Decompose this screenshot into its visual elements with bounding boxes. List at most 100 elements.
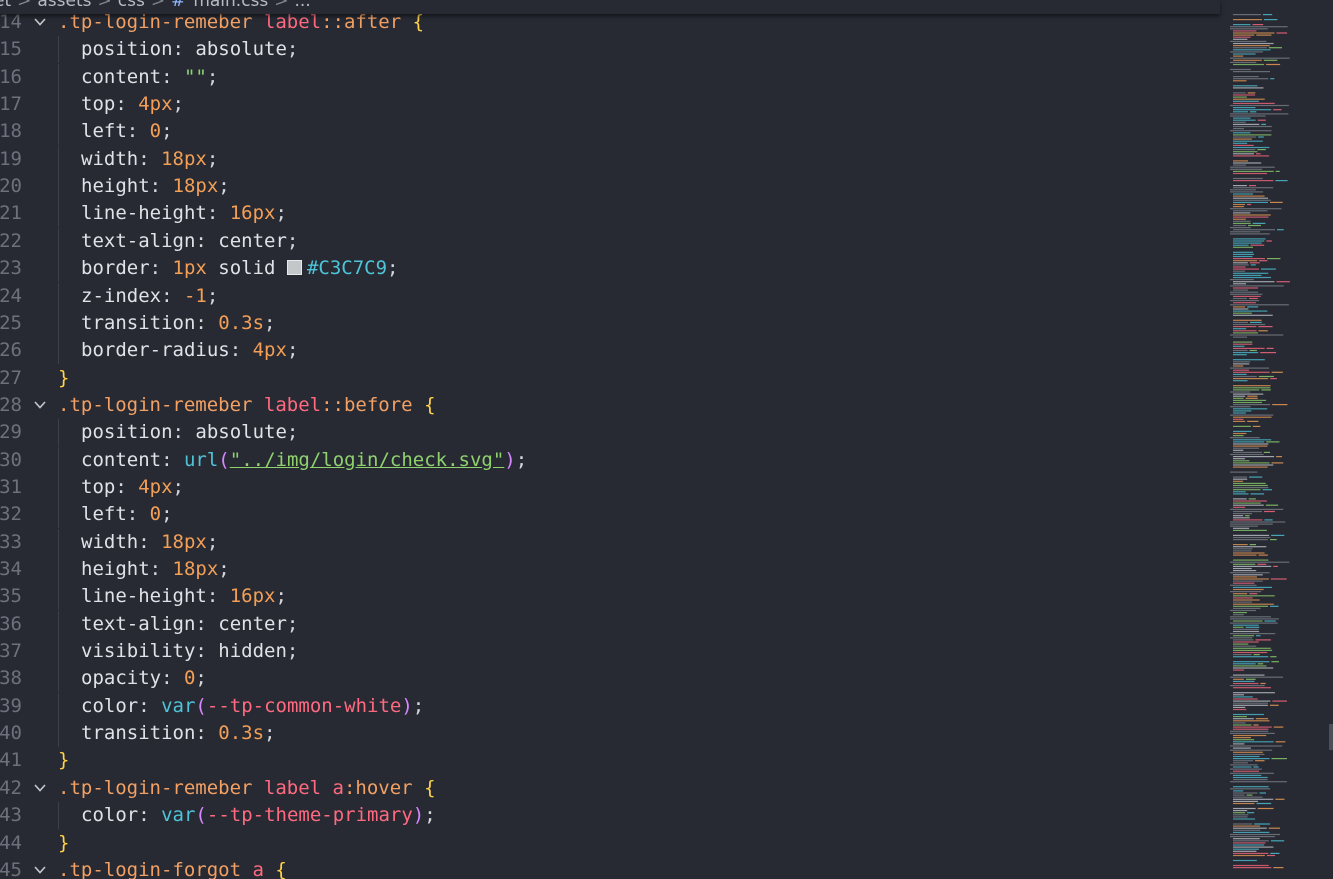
minimap-line bbox=[1233, 107, 1256, 109]
breadcrumb-item-project[interactable]: et bbox=[0, 0, 11, 11]
minimap-line bbox=[1233, 718, 1254, 720]
indent-guide bbox=[58, 255, 59, 283]
token-punct: : bbox=[115, 93, 139, 116]
breadcrumb-item-symbol[interactable]: ... bbox=[295, 0, 311, 11]
minimap-line bbox=[1233, 770, 1259, 772]
code-line[interactable]: 18 left: 0; bbox=[0, 118, 1222, 146]
code-text: .tp-login-remeber label a:hover { bbox=[58, 775, 436, 802]
minimap-line bbox=[1230, 572, 1270, 574]
minimap-line bbox=[1233, 487, 1269, 489]
token-num: 0.3s bbox=[218, 722, 265, 745]
code-line[interactable]: 31 top: 4px; bbox=[0, 473, 1222, 501]
minimap-line bbox=[1268, 827, 1280, 829]
code-line[interactable]: 33 width: 18px; bbox=[0, 528, 1222, 556]
token-fn: var bbox=[161, 804, 196, 827]
minimap-line bbox=[1252, 222, 1266, 224]
code-line[interactable]: 26 border-radius: 4px; bbox=[0, 337, 1222, 365]
minimap-line bbox=[1250, 493, 1265, 495]
token-punct: : bbox=[126, 503, 150, 526]
minimap-line bbox=[1230, 189, 1256, 191]
code-line[interactable]: 29 position: absolute; bbox=[0, 419, 1222, 447]
minimap-line bbox=[1233, 574, 1263, 576]
code-text: content: url("../img/login/check.svg"); bbox=[81, 447, 527, 474]
token-punct: : bbox=[172, 38, 196, 61]
code-line[interactable]: 42 .tp-login-remeber label a:hover { bbox=[0, 775, 1222, 802]
code-line[interactable]: 36 text-align: center; bbox=[0, 610, 1222, 638]
code-line[interactable]: 23 border: 1px solid #C3C7C9; bbox=[0, 255, 1222, 283]
minimap-line bbox=[1233, 478, 1248, 480]
code-line[interactable]: 34 height: 18px; bbox=[0, 556, 1222, 583]
code-line[interactable]: 15 position: absolute; bbox=[0, 36, 1222, 64]
minimap-line bbox=[1257, 663, 1264, 665]
minimap-line bbox=[1230, 749, 1273, 751]
token-punct: ; bbox=[218, 175, 230, 198]
minimap-line bbox=[1233, 859, 1257, 862]
breadcrumb-item-css[interactable]: css bbox=[118, 0, 145, 11]
fold-chevron-down-icon[interactable] bbox=[33, 863, 47, 877]
code-line[interactable]: 32 left: 0; bbox=[0, 501, 1222, 529]
code-line[interactable]: 20 height: 18px; bbox=[0, 173, 1222, 201]
code-editor[interactable]: 14 .tp-login-remeber label::after {15 posi… bbox=[0, 8, 1222, 879]
minimap-line bbox=[1233, 201, 1268, 203]
code-line[interactable]: 27} bbox=[0, 365, 1222, 392]
indent-guide bbox=[58, 337, 59, 365]
minimap-line bbox=[1230, 521, 1286, 523]
minimap-line bbox=[1233, 451, 1262, 453]
breadcrumb-item-assets[interactable]: assets bbox=[37, 0, 91, 11]
code-line[interactable]: 39 color: var(--tp-common-white); bbox=[0, 692, 1222, 720]
minimap-line bbox=[1233, 55, 1244, 57]
breadcrumb-item-file[interactable]: main.css bbox=[193, 0, 268, 11]
token-punct: : bbox=[206, 202, 230, 225]
minimap-line bbox=[1233, 529, 1267, 531]
minimap-line bbox=[1233, 597, 1253, 599]
minimap-line bbox=[1253, 724, 1259, 726]
minimap-line bbox=[1257, 119, 1266, 121]
minimap-line bbox=[1233, 823, 1253, 825]
code-line[interactable]: 41} bbox=[0, 747, 1222, 774]
code-line[interactable]: 21 line-height: 16px; bbox=[0, 200, 1222, 228]
code-line[interactable]: 22 text-align: center; bbox=[0, 227, 1222, 255]
code-line[interactable]: 16 content: ""; bbox=[0, 63, 1222, 91]
code-line[interactable]: 44} bbox=[0, 830, 1222, 857]
minimap-line bbox=[1233, 371, 1270, 373]
minimap-line bbox=[1233, 458, 1245, 460]
line-number: 33 bbox=[0, 530, 22, 553]
breadcrumb-separator: > bbox=[274, 0, 289, 11]
code-line[interactable]: 24 z-index: -1; bbox=[0, 282, 1222, 310]
fold-chevron-down-icon[interactable] bbox=[33, 398, 47, 412]
token-punct: : bbox=[138, 147, 162, 170]
minimap-line bbox=[1245, 397, 1258, 399]
minimap-line bbox=[1233, 262, 1248, 264]
minimap-line bbox=[1230, 833, 1280, 836]
minimap-line bbox=[1230, 622, 1278, 624]
code-line[interactable]: 40 transition: 0.3s; bbox=[0, 720, 1222, 748]
code-line[interactable]: 43 color: var(--tp-theme-primary); bbox=[0, 802, 1222, 830]
breadcrumb-separator: > bbox=[97, 0, 112, 11]
code-line[interactable]: 37 visibility: hidden; bbox=[0, 638, 1222, 666]
minimap[interactable] bbox=[1222, 0, 1333, 879]
color-swatch-icon[interactable] bbox=[286, 260, 302, 276]
code-line[interactable]: 25 transition: 0.3s; bbox=[0, 309, 1222, 337]
fold-chevron-down-icon[interactable] bbox=[33, 15, 47, 29]
token-punct: ; bbox=[412, 694, 425, 717]
minimap-line bbox=[1233, 466, 1268, 468]
token-prop: color bbox=[81, 804, 139, 827]
minimap-line bbox=[1233, 336, 1247, 338]
minimap-line bbox=[1230, 732, 1275, 734]
code-line[interactable]: 35 line-height: 16px; bbox=[0, 583, 1222, 611]
fold-chevron-down-icon[interactable] bbox=[33, 781, 47, 795]
vertical-scrollbar-thumb[interactable] bbox=[1329, 724, 1333, 750]
token-punct: : bbox=[115, 475, 139, 498]
code-line[interactable]: 38 opacity: 0; bbox=[0, 665, 1222, 693]
token-prop: text-align bbox=[81, 229, 196, 252]
minimap-line bbox=[1233, 846, 1274, 848]
minimap-line bbox=[1230, 633, 1276, 635]
code-line[interactable]: 30 content: url("../img/login/check.svg")… bbox=[0, 446, 1222, 474]
minimap-line bbox=[1233, 244, 1249, 246]
minimap-line bbox=[1233, 343, 1253, 345]
code-line[interactable]: 28 .tp-login-remeber label::before { bbox=[0, 392, 1222, 419]
code-line[interactable]: 19 width: 18px; bbox=[0, 145, 1222, 173]
code-line[interactable]: 45 .tp-login-forgot a { bbox=[0, 857, 1222, 879]
code-line[interactable]: 17 top: 4px; bbox=[0, 91, 1222, 119]
minimap-line bbox=[1233, 19, 1262, 21]
